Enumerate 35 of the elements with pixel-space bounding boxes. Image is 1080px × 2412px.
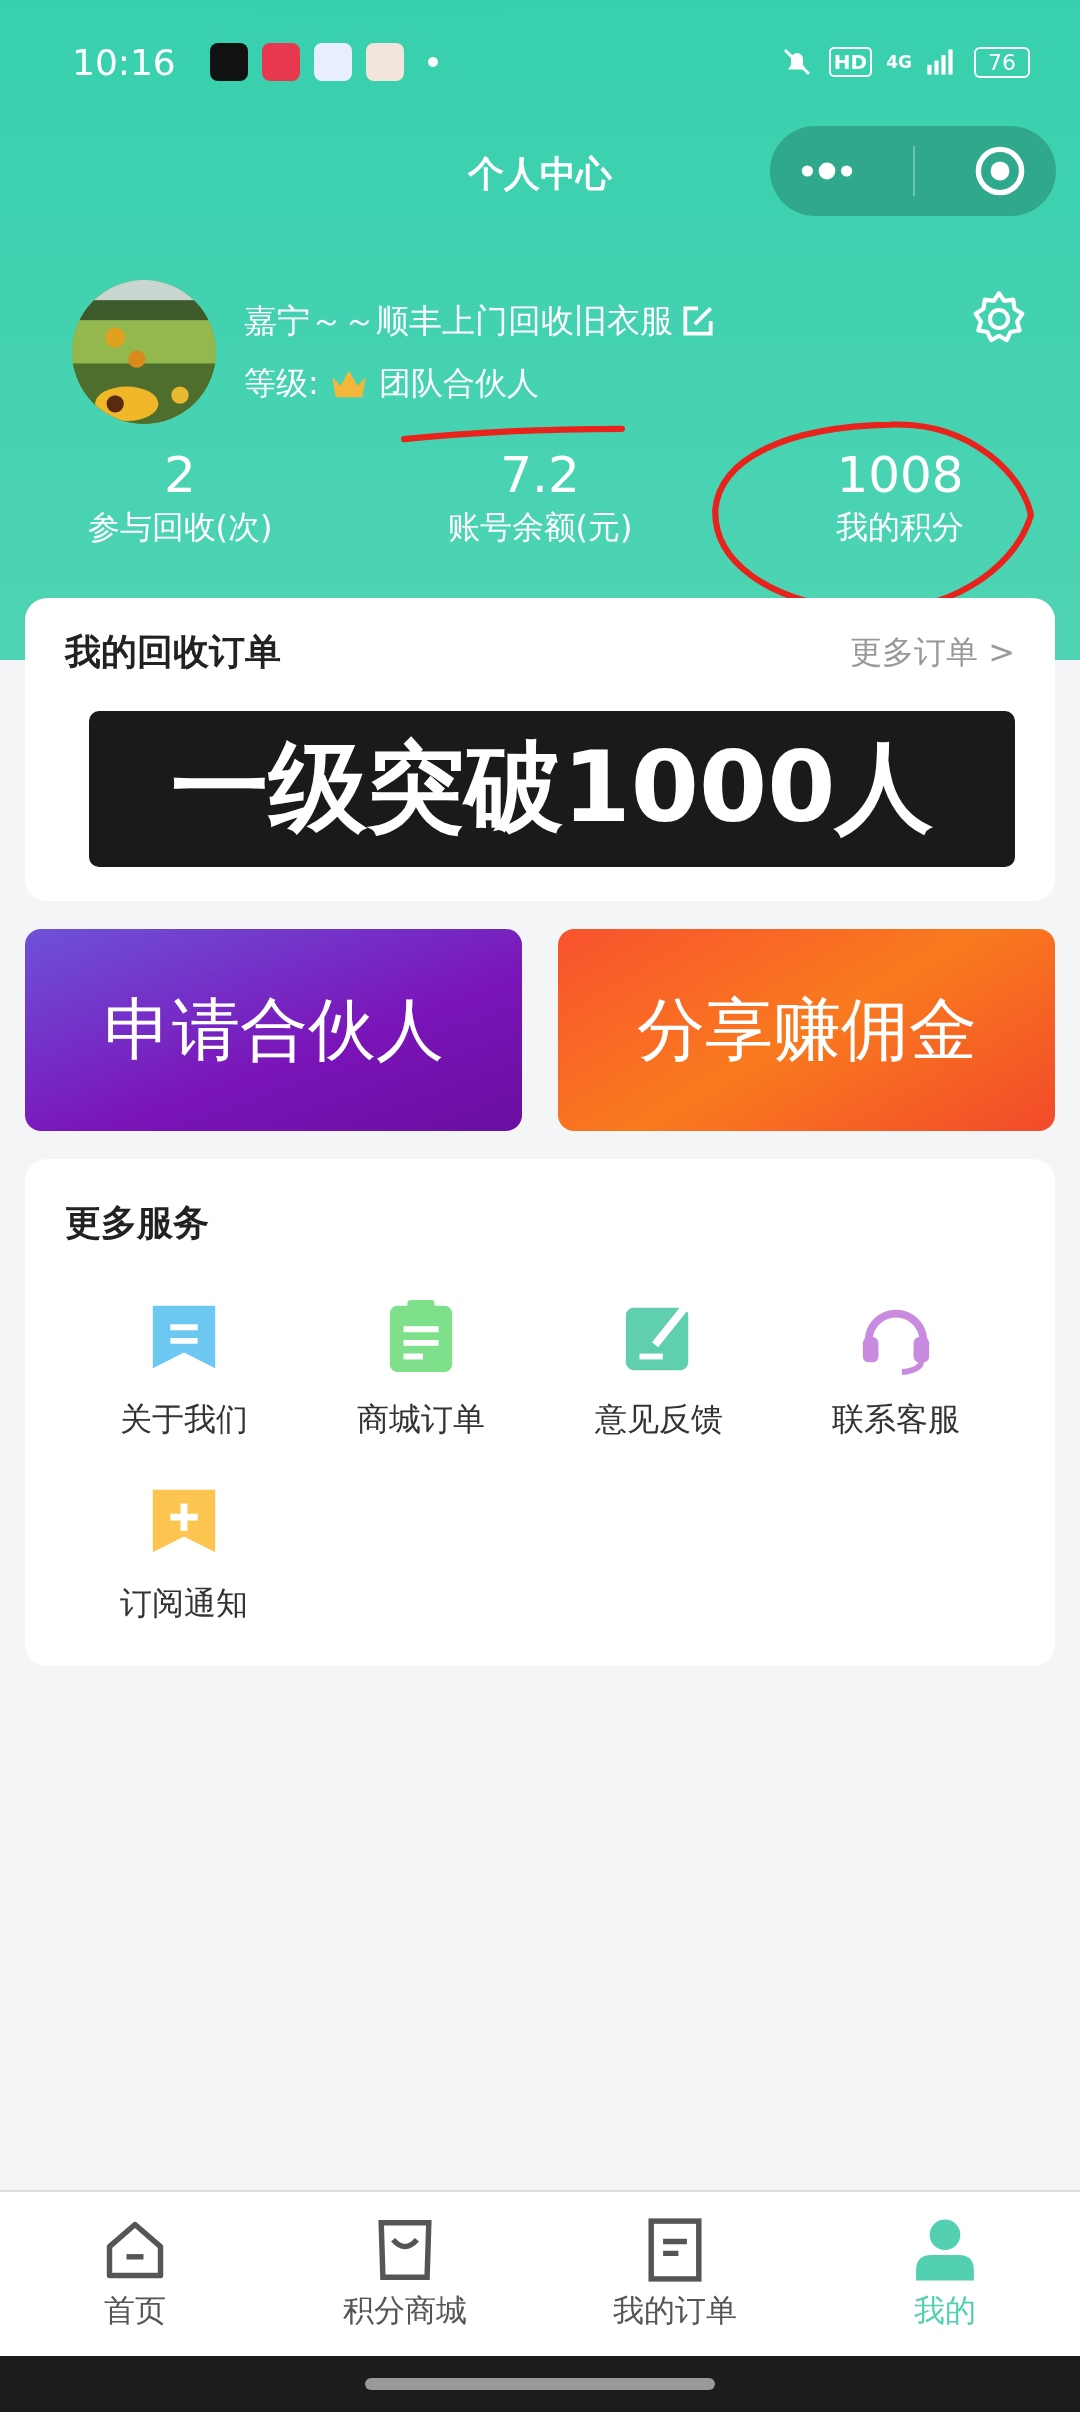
stat-value: 1008 bbox=[836, 445, 964, 506]
stat-label: 我的积分 bbox=[836, 507, 964, 548]
level-label: 等级: bbox=[244, 362, 319, 404]
service-item[interactable]: 订阅通知 bbox=[65, 1482, 303, 1626]
hd-label: HD bbox=[828, 47, 873, 77]
tab-item[interactable]: 积分商城 bbox=[270, 2192, 540, 2356]
signal-icon bbox=[926, 46, 954, 78]
app-notification-icon bbox=[365, 43, 404, 81]
section-title: 更多服务 bbox=[65, 1202, 209, 1243]
stat-label: 账号余额(元) bbox=[447, 507, 633, 548]
user-name: 嘉宁～～顺丰上门回收旧衣服 bbox=[244, 299, 673, 342]
level-name: 团队合伙人 bbox=[378, 362, 539, 404]
close-miniapp-icon[interactable] bbox=[973, 144, 1027, 198]
stat-value: 2 bbox=[164, 445, 196, 506]
home-indicator[interactable] bbox=[365, 2378, 715, 2390]
tab-item[interactable]: 首页 bbox=[0, 2192, 270, 2356]
more-notifications-icon bbox=[427, 57, 438, 67]
service-item[interactable]: 关于我们 bbox=[65, 1298, 303, 1442]
more-icon[interactable] bbox=[799, 162, 855, 180]
service-item[interactable]: 联系客服 bbox=[777, 1298, 1015, 1442]
app-notification-icon bbox=[209, 43, 248, 81]
tab-item[interactable]: 我的订单 bbox=[540, 2192, 810, 2356]
section-title: 我的回收订单 bbox=[65, 630, 281, 674]
stat-value: 7.2 bbox=[500, 445, 580, 506]
status-time: 10:16 bbox=[72, 41, 176, 83]
network-label: 4G bbox=[886, 52, 912, 72]
service-item[interactable]: 商城订单 bbox=[302, 1298, 540, 1442]
stat-label: 参与回收(次) bbox=[87, 507, 273, 548]
caption-overlay: 一级突破1000人 bbox=[89, 711, 1015, 867]
battery-indicator: 76 bbox=[974, 46, 1030, 78]
app-notification-icon bbox=[261, 43, 300, 81]
promo-banner[interactable]: 申请合伙人 bbox=[25, 929, 522, 1131]
service-item[interactable]: 意见反馈 bbox=[540, 1298, 778, 1442]
app-notification-icon bbox=[313, 43, 352, 81]
page-title: 个人中心 bbox=[468, 151, 612, 196]
